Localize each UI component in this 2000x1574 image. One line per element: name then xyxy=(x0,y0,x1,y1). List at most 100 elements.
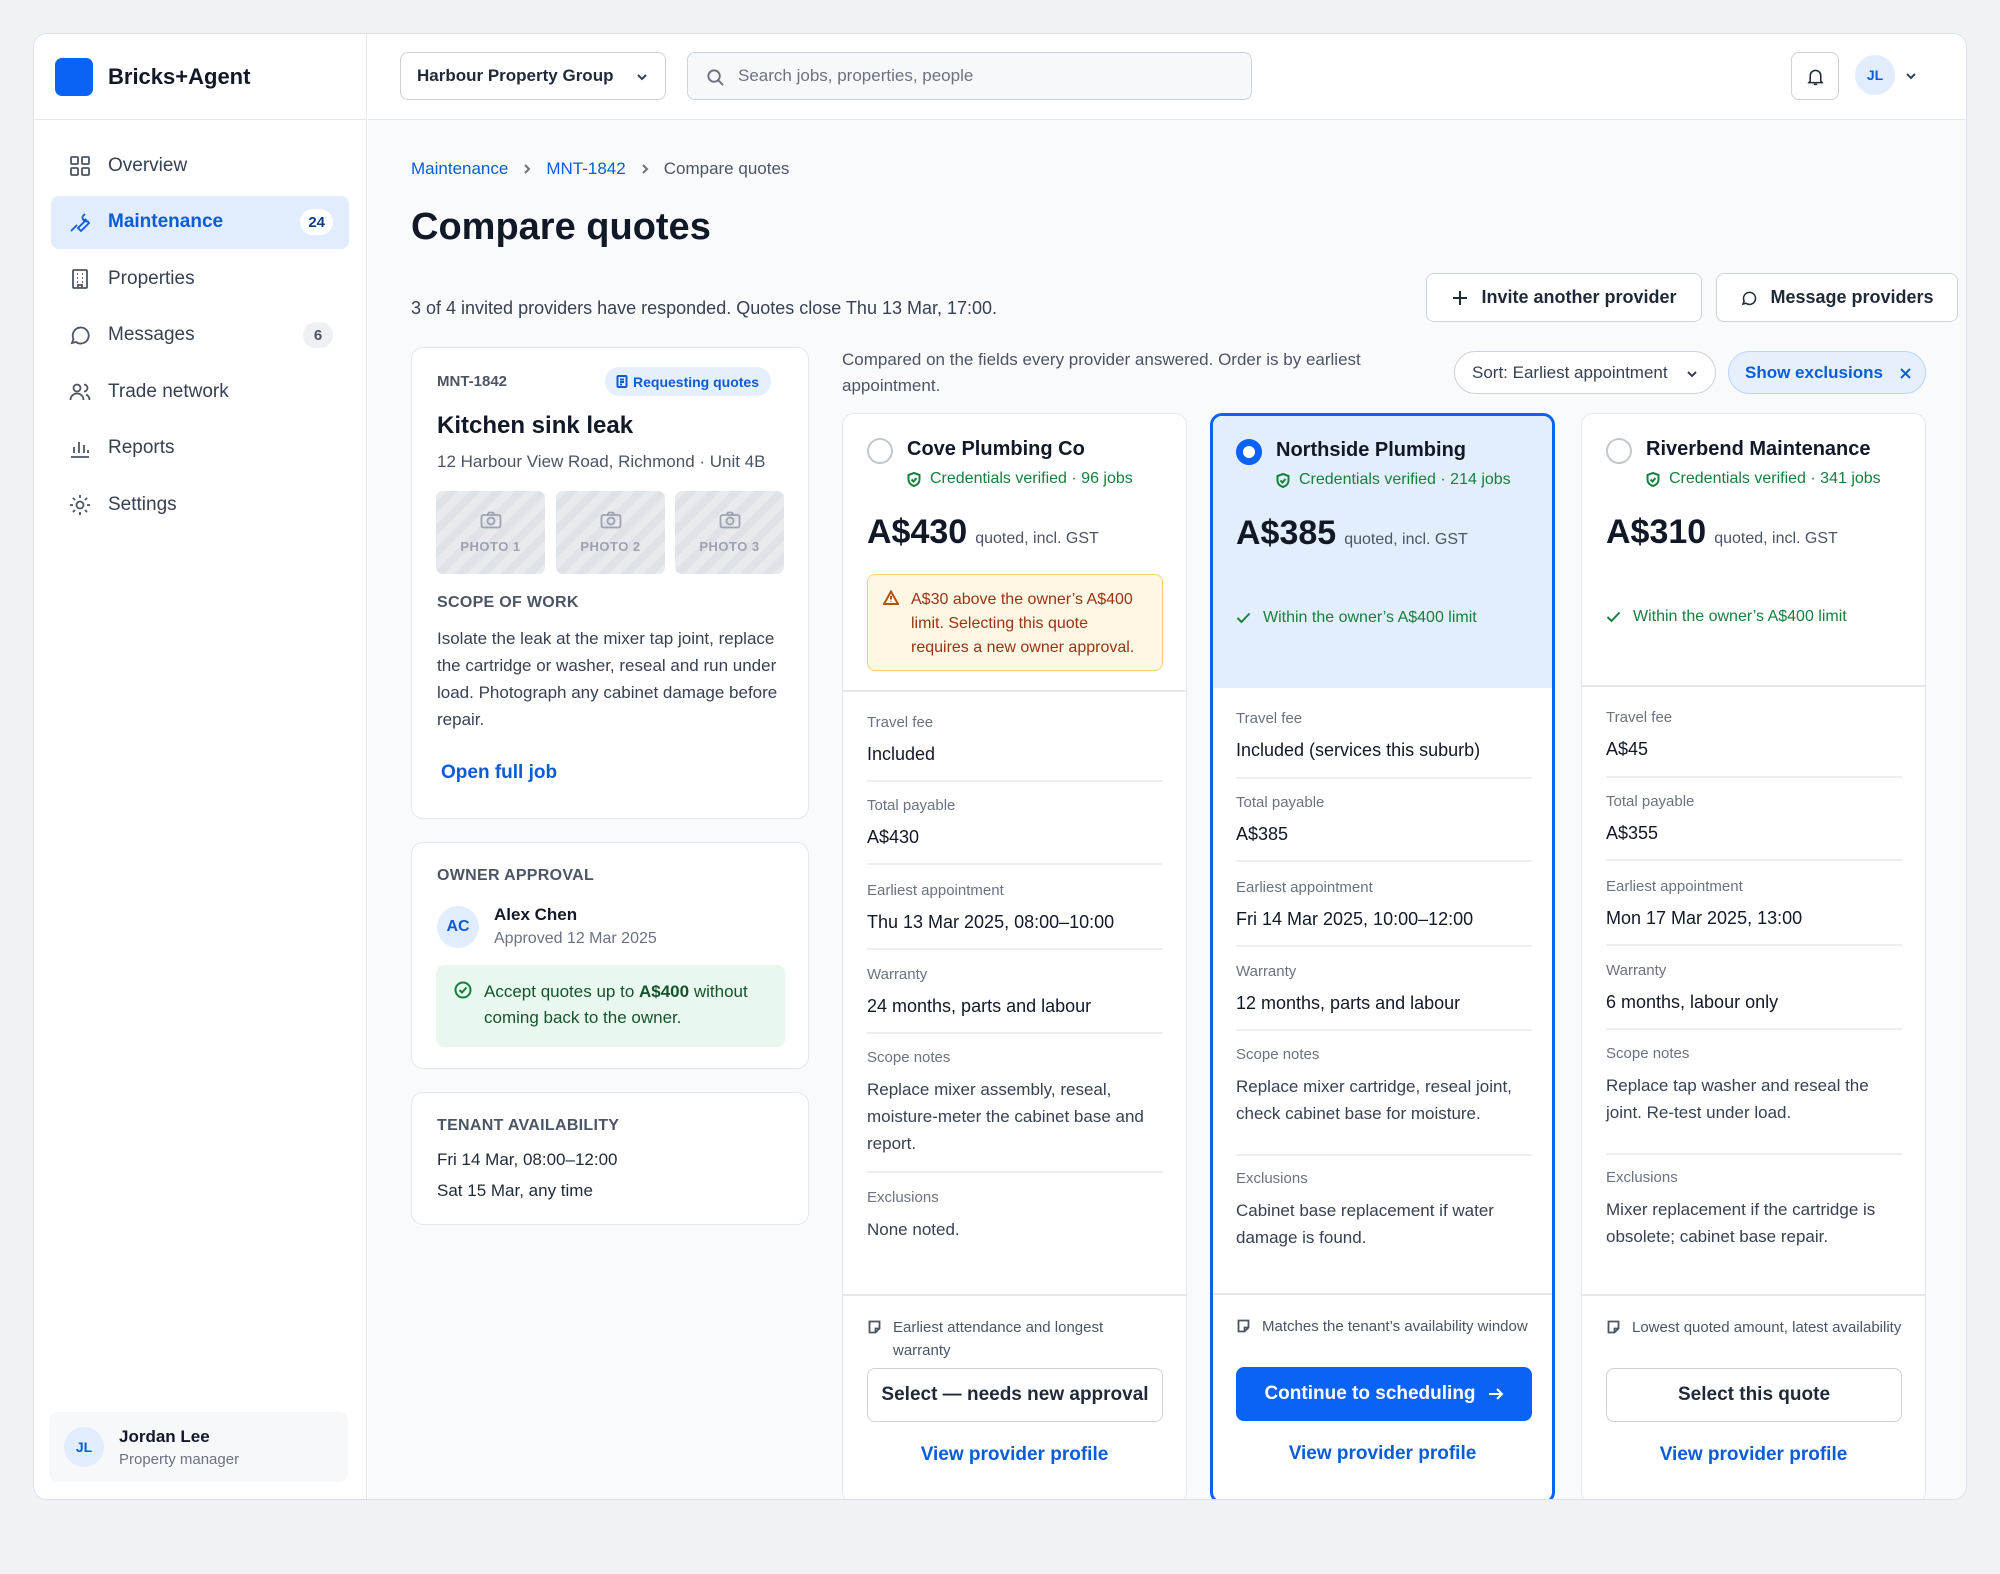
warranty-value: 12 months, parts and labour xyxy=(1236,993,1461,1013)
sort-select[interactable]: Sort: Earliest appointment xyxy=(1454,351,1716,394)
approval-limit-amount: A$400 xyxy=(639,982,690,1001)
photo-label: PHOTO 1 xyxy=(460,539,521,554)
shield-check-icon xyxy=(1276,472,1290,488)
chevron-down-icon xyxy=(1687,371,1697,378)
app-window: Bricks+Agent Overview Maintenance 24 Pro… xyxy=(33,33,1967,1500)
chevron-right-icon xyxy=(642,164,649,174)
search-placeholder: Search jobs, properties, people xyxy=(738,66,974,85)
price-note: quoted, incl. GST xyxy=(975,530,1099,547)
scope-label: SCOPE OF WORK xyxy=(437,594,579,611)
page-title: Compare quotes xyxy=(411,206,711,248)
photo-thumbnail[interactable]: PHOTO 3 xyxy=(675,491,784,574)
shield-check-icon xyxy=(907,471,921,487)
tenant-availability-card: TENANT AVAILABILITY Fri 14 Mar, 08:00–12… xyxy=(411,1092,809,1225)
owner-approval-label: OWNER APPROVAL xyxy=(437,867,595,884)
open-full-job-link[interactable]: Open full job xyxy=(441,762,557,784)
recommendation-reason: Lowest quoted amount, latest availabilit… xyxy=(1606,1316,1902,1339)
warning-icon xyxy=(883,590,899,605)
chat-icon xyxy=(1742,291,1757,305)
sidebar-item-label: Reports xyxy=(108,437,175,458)
photo-thumbnail[interactable]: PHOTO 2 xyxy=(556,491,665,574)
travel-fee-value: A$45 xyxy=(1606,739,1649,759)
travel-fee-value: Included (services this suburb) xyxy=(1236,740,1481,760)
count-badge: 6 xyxy=(303,322,333,348)
user-avatar-button[interactable]: JL xyxy=(1855,55,1895,95)
sidebar-item-label: Maintenance xyxy=(108,211,224,232)
sidebar-item-maintenance[interactable]: Maintenance 24 xyxy=(51,195,349,249)
exclusions-value: Cabinet base replacement if water damage… xyxy=(1236,1201,1494,1247)
message-providers-button[interactable]: Message providers xyxy=(1716,273,1958,322)
message-providers-label: Message providers xyxy=(1770,287,1934,307)
total-payable-field: Total payable A$385 xyxy=(1236,794,1532,848)
search-input[interactable]: Search jobs, properties, people xyxy=(687,52,1252,100)
scope-notes-value: Replace tap washer and reseal the joint.… xyxy=(1606,1076,1869,1122)
provider-name: Riverbend Maintenance xyxy=(1646,438,1871,460)
appointment-field: Earliest appointment Thu 13 Mar 2025, 08:… xyxy=(867,882,1163,936)
chevron-down-icon[interactable] xyxy=(1904,69,1918,83)
travel-fee-field: Travel fee A$45 xyxy=(1606,709,1902,763)
sidebar-item-label: Trade network xyxy=(108,380,229,402)
user-name: Jordan Lee xyxy=(119,1426,210,1446)
note-icon xyxy=(1237,1319,1250,1333)
quote-radio[interactable] xyxy=(867,438,893,464)
sidebar-item-reports[interactable]: Reports xyxy=(51,422,349,475)
avatar: AC xyxy=(437,906,479,948)
quote-card[interactable]: Cove Plumbing Co Credentials verified · … xyxy=(842,413,1187,1499)
job-id: MNT-1842 xyxy=(437,373,508,390)
close-icon[interactable] xyxy=(1899,367,1912,380)
quote-price: A$385 quoted, incl. GST xyxy=(1236,514,1468,552)
invite-provider-label: Invite another provider xyxy=(1481,287,1677,307)
top-bar: Harbour Property Group Search jobs, prop… xyxy=(368,34,1966,120)
view-provider-profile-link[interactable]: View provider profile xyxy=(843,1444,1186,1466)
recommendation-reason: Matches the tenant’s availability window xyxy=(1236,1315,1532,1338)
camera-icon xyxy=(719,511,740,529)
travel-fee-value: Included xyxy=(867,744,936,764)
provider-name: Cove Plumbing Co xyxy=(907,438,1085,460)
chat-icon xyxy=(70,326,90,345)
note-icon xyxy=(1607,1320,1620,1334)
organization-select[interactable]: Harbour Property Group xyxy=(400,52,666,100)
brand[interactable]: Bricks+Agent xyxy=(34,34,366,120)
plus-icon xyxy=(1453,290,1468,305)
sort-label: Sort: Earliest appointment xyxy=(1472,362,1668,382)
notifications-button[interactable] xyxy=(1791,52,1839,100)
sidebar-item-settings[interactable]: Settings xyxy=(51,478,349,531)
select-quote-button[interactable]: Select this quote xyxy=(1606,1368,1902,1422)
select-quote-button[interactable]: Select — needs new approval xyxy=(867,1368,1163,1422)
grid-icon xyxy=(70,155,90,176)
warranty-field: Warranty 12 months, parts and labour xyxy=(1236,963,1532,1017)
price-note: quoted, incl. GST xyxy=(1344,531,1468,548)
scope-notes-field: Scope notes Replace mixer cartridge, rese… xyxy=(1236,1046,1532,1127)
credentials-status: Credentials verified · 214 jobs xyxy=(1276,471,1511,489)
sidebar-item-trade-network[interactable]: Trade network xyxy=(51,365,349,418)
quote-radio[interactable] xyxy=(1236,439,1262,465)
continue-to-scheduling-button[interactable]: Continue to scheduling xyxy=(1236,1367,1532,1421)
appointment-field: Earliest appointment Mon 17 Mar 2025, 13:… xyxy=(1606,878,1902,932)
current-user-card[interactable]: JL Jordan Lee Property manager xyxy=(49,1412,348,1482)
appointment-value: Mon 17 Mar 2025, 13:00 xyxy=(1606,908,1803,928)
photo-label: PHOTO 3 xyxy=(699,539,760,554)
sidebar-item-properties[interactable]: Properties xyxy=(51,252,349,305)
organization-name: Harbour Property Group xyxy=(417,66,614,85)
building-icon xyxy=(72,268,88,289)
photo-thumbnail[interactable]: PHOTO 1 xyxy=(436,491,545,574)
total-payable-value: A$385 xyxy=(1236,824,1289,844)
view-provider-profile-link[interactable]: View provider profile xyxy=(1582,1444,1925,1466)
show-exclusions-toggle[interactable]: Show exclusions xyxy=(1728,351,1926,394)
sidebar-item-messages[interactable]: Messages 6 xyxy=(51,309,349,362)
quote-card-selected[interactable]: Northside Plumbing Credentials verified … xyxy=(1210,413,1555,1499)
status-badge: Requesting quotes xyxy=(605,367,772,396)
credentials-status: Credentials verified · 96 jobs xyxy=(907,470,1133,488)
sidebar-item-overview[interactable]: Overview xyxy=(51,139,349,192)
invite-provider-button[interactable]: Invite another provider xyxy=(1426,273,1702,322)
exclusions-field: Exclusions None noted. xyxy=(867,1189,1163,1243)
quote-radio[interactable] xyxy=(1606,438,1632,464)
view-provider-profile-link[interactable]: View provider profile xyxy=(1213,1443,1552,1465)
breadcrumb-maintenance[interactable]: Maintenance xyxy=(411,159,508,179)
sidebar-nav: Overview Maintenance 24 Properties Messa… xyxy=(34,120,366,554)
recommendation-reason: Earliest attendance and longest warranty xyxy=(867,1316,1163,1362)
quote-card[interactable]: Riverbend Maintenance Credentials verifi… xyxy=(1581,413,1926,1499)
users-icon xyxy=(69,383,91,400)
user-role: Property manager xyxy=(119,1450,240,1468)
breadcrumb-job[interactable]: MNT-1842 xyxy=(546,159,625,179)
